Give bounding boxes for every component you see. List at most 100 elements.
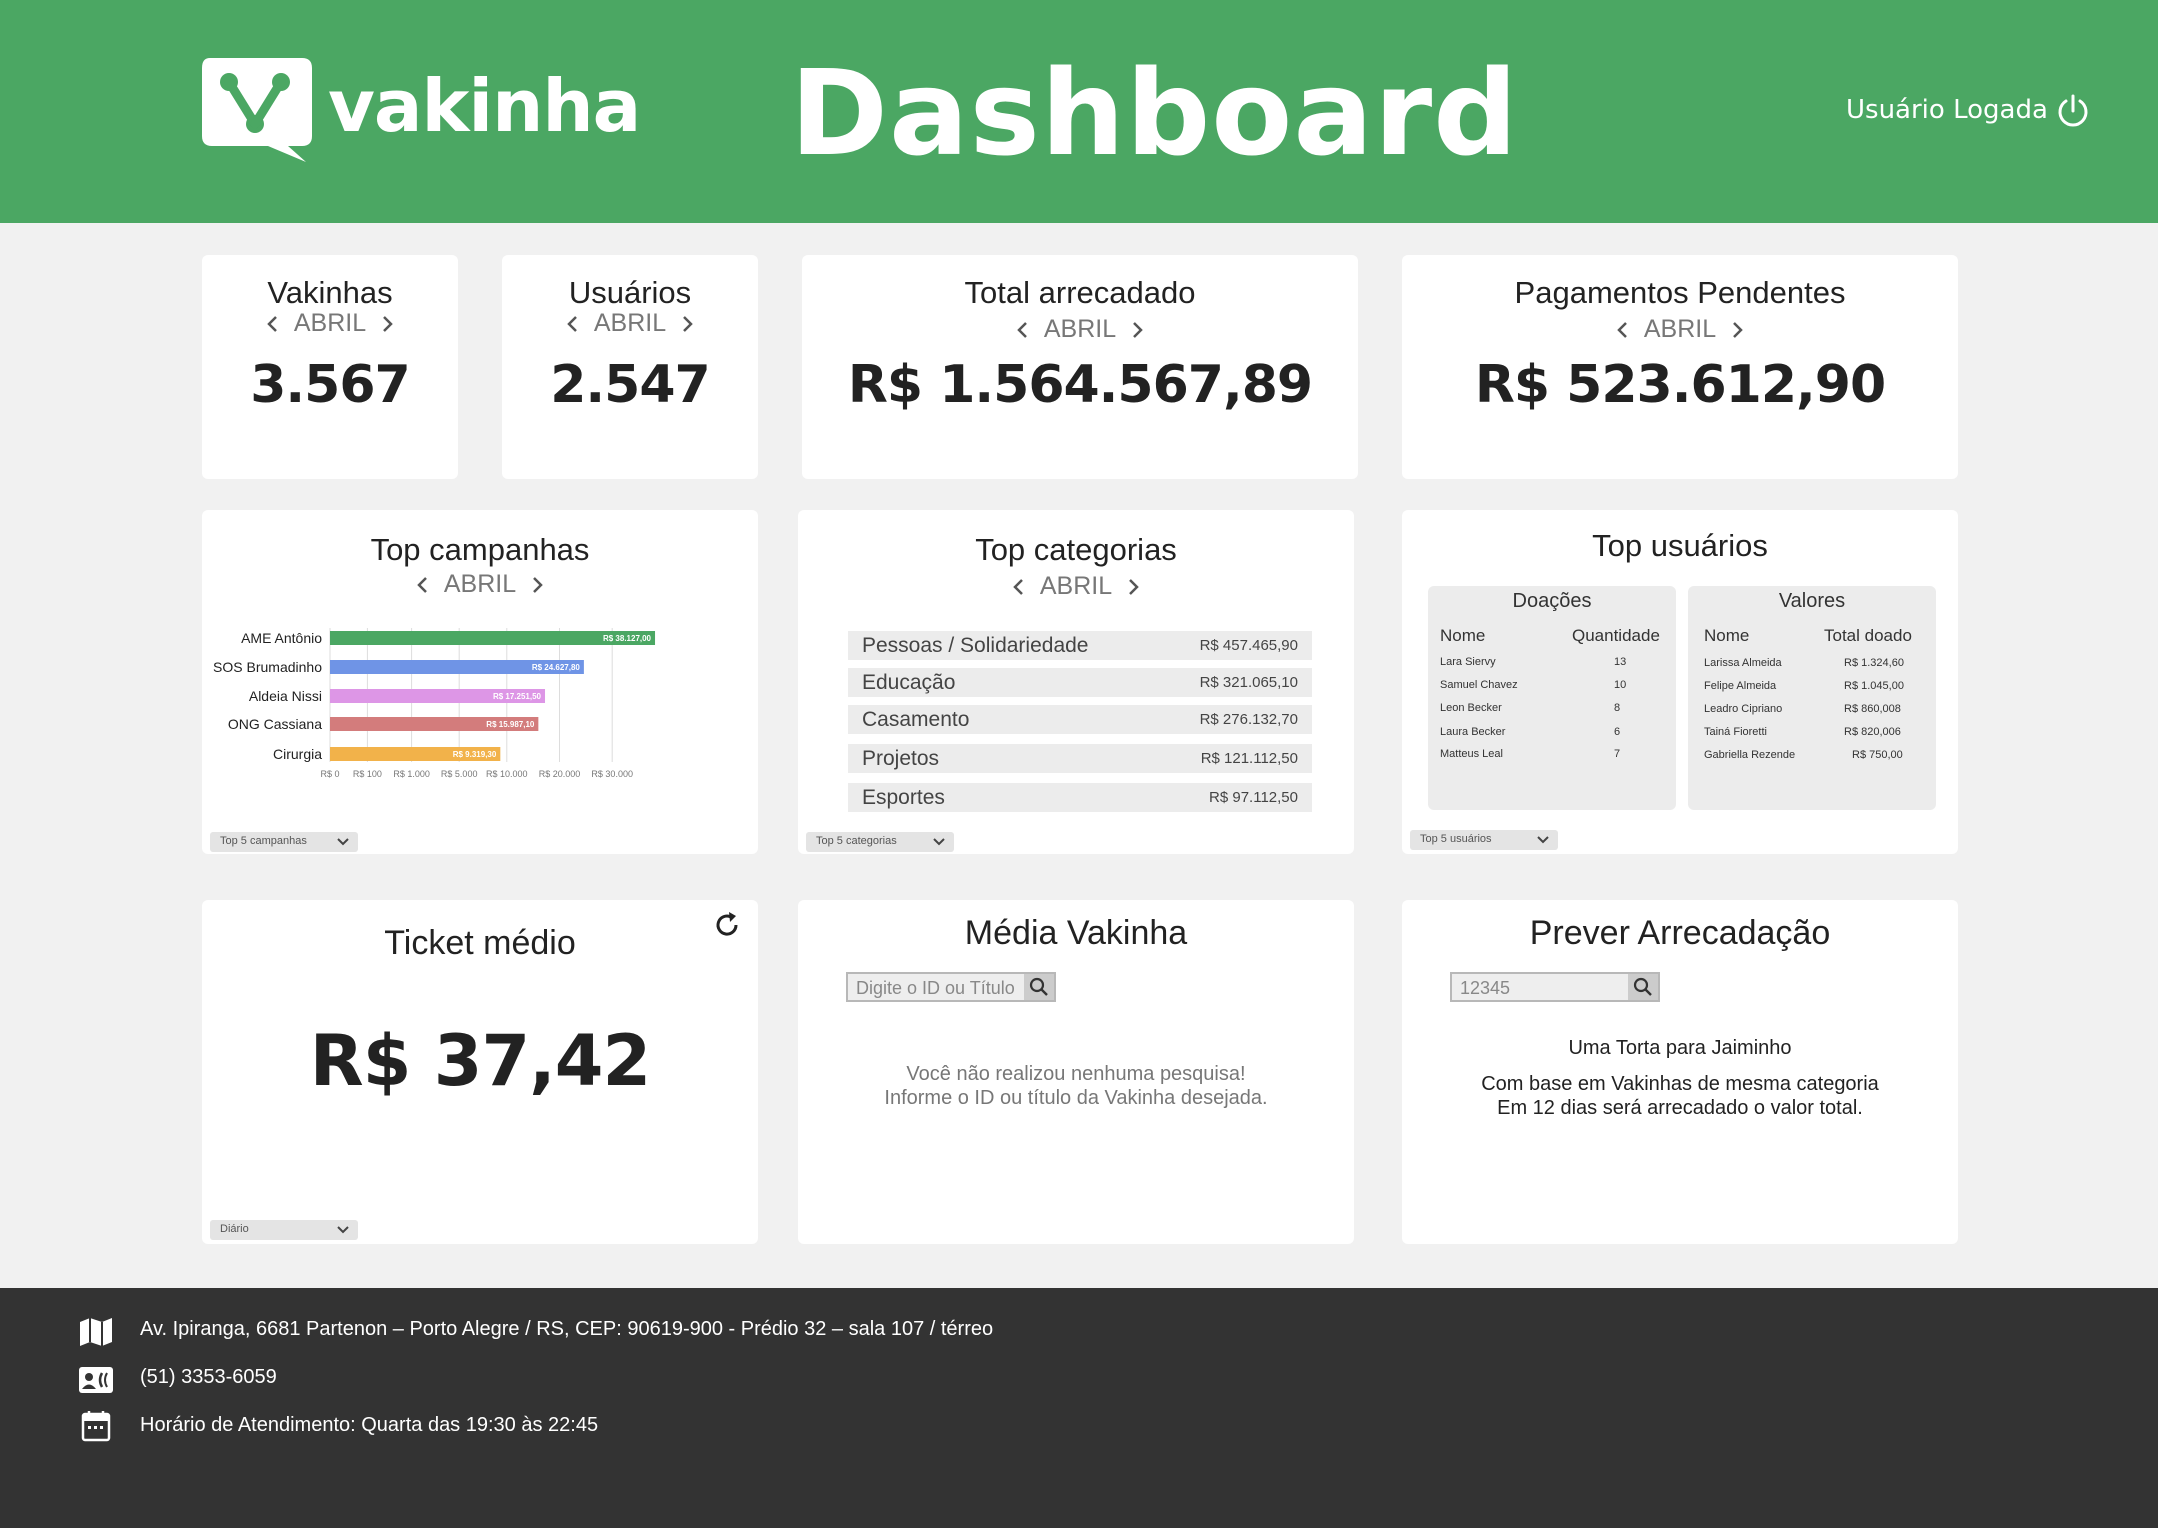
category-name: Projetos — [862, 746, 940, 770]
ticket-medio-card: Ticket médio R$ 37,42 Diário — [202, 900, 758, 1244]
top-categorias-dropdown[interactable]: Top 5 categorias — [806, 832, 954, 852]
calendar-icon — [81, 1411, 111, 1442]
footer-hours: Horário de Atendimento: Quarta das 19:30… — [140, 1414, 599, 1436]
chevron-down-icon — [337, 838, 349, 846]
category-row[interactable]: Casamento R$ 276.132,70 — [848, 705, 1312, 734]
column-header: Nome — [1440, 626, 1486, 645]
vakinha-logo[interactable]: vakinha — [202, 58, 641, 162]
search-icon — [1633, 977, 1652, 996]
card-title: Média Vakinha — [964, 914, 1188, 952]
chevron-right-icon[interactable] — [1726, 319, 1748, 341]
top-usuarios-card: Top usuários Doações Nome Quantidade Lar… — [1402, 510, 1958, 854]
month-label: ABRIL — [593, 309, 667, 337]
column-header: Total doado — [1824, 626, 1912, 645]
prever-search-input[interactable]: 12345 — [1450, 972, 1660, 1002]
search-button[interactable] — [1628, 974, 1658, 1000]
top-campanhas-card: Top campanhas ABRIL R$ 0 R$ 100 R$ 1.000 R$… — [202, 510, 758, 854]
search-icon — [1029, 977, 1048, 996]
dropdown-label: Top 5 categorias — [816, 835, 897, 847]
user-name: Gabriella Rezende — [1704, 749, 1796, 761]
page-title: Dashboard — [790, 44, 1519, 182]
media-search-input[interactable]: Digite o ID ou Título — [846, 972, 1056, 1002]
user-total: R$ 820,006 — [1844, 726, 1901, 738]
vakinha-logo-icon — [202, 58, 312, 162]
category-label: AME Antônio — [241, 630, 322, 646]
month-selector: ABRIL — [202, 309, 458, 338]
chevron-left-icon[interactable] — [1012, 319, 1034, 341]
category-row[interactable]: Pessoas / Solidariedade R$ 457.465,90 — [848, 631, 1312, 660]
usuarios-card: Usuários ABRIL 2.547 — [502, 255, 758, 479]
user-total: R$ 860,008 — [1844, 703, 1901, 715]
chevron-left-icon[interactable] — [1008, 576, 1030, 598]
column-header: Quantidade — [1572, 626, 1660, 645]
x-tick-label: R$ 20.000 — [539, 769, 581, 779]
card-title: Top categorias — [975, 532, 1177, 567]
dropdown-label: Top 5 campanhas — [220, 835, 307, 847]
top-campanhas-dropdown[interactable]: Top 5 campanhas — [210, 832, 358, 852]
card-title: Vakinhas — [267, 275, 393, 310]
month-label: ABRIL — [1043, 315, 1117, 343]
user-count: 7 — [1614, 748, 1621, 760]
user-total: R$ 750,00 — [1852, 749, 1903, 761]
bar-value-label: R$ 38.127,00 — [603, 634, 652, 643]
user-count: 13 — [1614, 656, 1627, 668]
chevron-left-icon[interactable] — [1612, 319, 1634, 341]
category-name: Pessoas / Solidariedade — [862, 633, 1089, 657]
column-header: Nome — [1704, 626, 1750, 645]
x-tick-label: R$ 10.000 — [486, 769, 528, 779]
chevron-left-icon[interactable] — [562, 313, 584, 335]
header: vakinha Dashboard Usuário Logada — [0, 0, 2158, 223]
month-selector: ABRIL — [1402, 315, 1958, 344]
user-name: Leadro Cipriano — [1704, 703, 1783, 715]
result-title: Uma Torta para Jaiminho — [1568, 1037, 1792, 1059]
dropdown-label: Top 5 usuários — [1420, 833, 1492, 845]
map-icon — [80, 1318, 112, 1346]
x-tick-label: R$ 100 — [353, 769, 382, 779]
total-arrecadado-card: Total arrecadado ABRIL R$ 1.564.567,89 — [802, 255, 1358, 479]
ticket-period-dropdown[interactable]: Diário — [210, 1220, 358, 1240]
category-row[interactable]: Projetos R$ 121.112,50 — [848, 744, 1312, 773]
category-value: R$ 457.465,90 — [1199, 637, 1298, 654]
user-count: 6 — [1614, 726, 1621, 738]
user-name: Laura Becker — [1440, 726, 1506, 738]
chevron-right-icon[interactable] — [1126, 319, 1148, 341]
bar-value-label: R$ 15.987,10 — [486, 720, 535, 729]
user-name: Leon Becker — [1440, 702, 1502, 714]
user-name: Lara Siervy — [1440, 656, 1496, 668]
refresh-icon[interactable] — [712, 910, 742, 940]
month-label: ABRIL — [1039, 572, 1113, 600]
dropdown-label: Diário — [220, 1223, 249, 1235]
vakinhas-count: 3.567 — [250, 355, 410, 415]
user-count: 8 — [1614, 702, 1621, 714]
user-name[interactable]: Usuário Logada — [1846, 95, 2048, 125]
category-row[interactable]: Educação R$ 321.065,10 — [848, 668, 1312, 697]
pagamentos-pendentes-card: Pagamentos Pendentes ABRIL R$ 523.612,90 — [1402, 255, 1958, 479]
result-line2: Em 12 dias será arrecadado o valor total… — [1497, 1097, 1863, 1119]
category-value: R$ 121.112,50 — [1200, 750, 1298, 767]
category-label: Cirurgia — [273, 746, 322, 762]
bar-value-label: R$ 24.627,80 — [532, 663, 581, 672]
category-value: R$ 276.132,70 — [1199, 711, 1298, 728]
bar-value-label: R$ 17.251,50 — [493, 692, 542, 701]
chevron-down-icon — [1537, 836, 1549, 844]
chevron-right-icon[interactable] — [376, 313, 398, 335]
top-usuarios-dropdown[interactable]: Top 5 usuários — [1410, 830, 1558, 850]
category-row[interactable]: Esportes R$ 97.112,50 — [848, 783, 1312, 812]
card-title: Pagamentos Pendentes — [1514, 275, 1846, 310]
card-title: Total arrecadado — [964, 275, 1196, 310]
result-line1: Com base em Vakinhas de mesma categoria — [1481, 1073, 1879, 1095]
chevron-down-icon — [933, 838, 945, 846]
chevron-right-icon[interactable] — [676, 313, 698, 335]
chevron-left-icon[interactable] — [262, 313, 284, 335]
contact-phone-icon — [79, 1367, 113, 1393]
top-campanhas-chart: R$ 0 R$ 100 R$ 1.000 R$ 5.000 R$ 10.000 R$ 20… — [213, 628, 656, 779]
user-total: R$ 1.324,60 — [1844, 657, 1904, 669]
card-title: Prever Arrecadação — [1529, 914, 1831, 952]
search-button[interactable] — [1024, 974, 1054, 1000]
category-name: Educação — [862, 670, 956, 694]
month-label: ABRIL — [1643, 315, 1717, 343]
power-icon[interactable] — [2054, 92, 2092, 130]
doacoes-panel: Doações Nome Quantidade Lara Siervy 13 S… — [1428, 586, 1676, 810]
x-tick-label: R$ 0 — [320, 769, 339, 779]
chevron-right-icon[interactable] — [1122, 576, 1144, 598]
